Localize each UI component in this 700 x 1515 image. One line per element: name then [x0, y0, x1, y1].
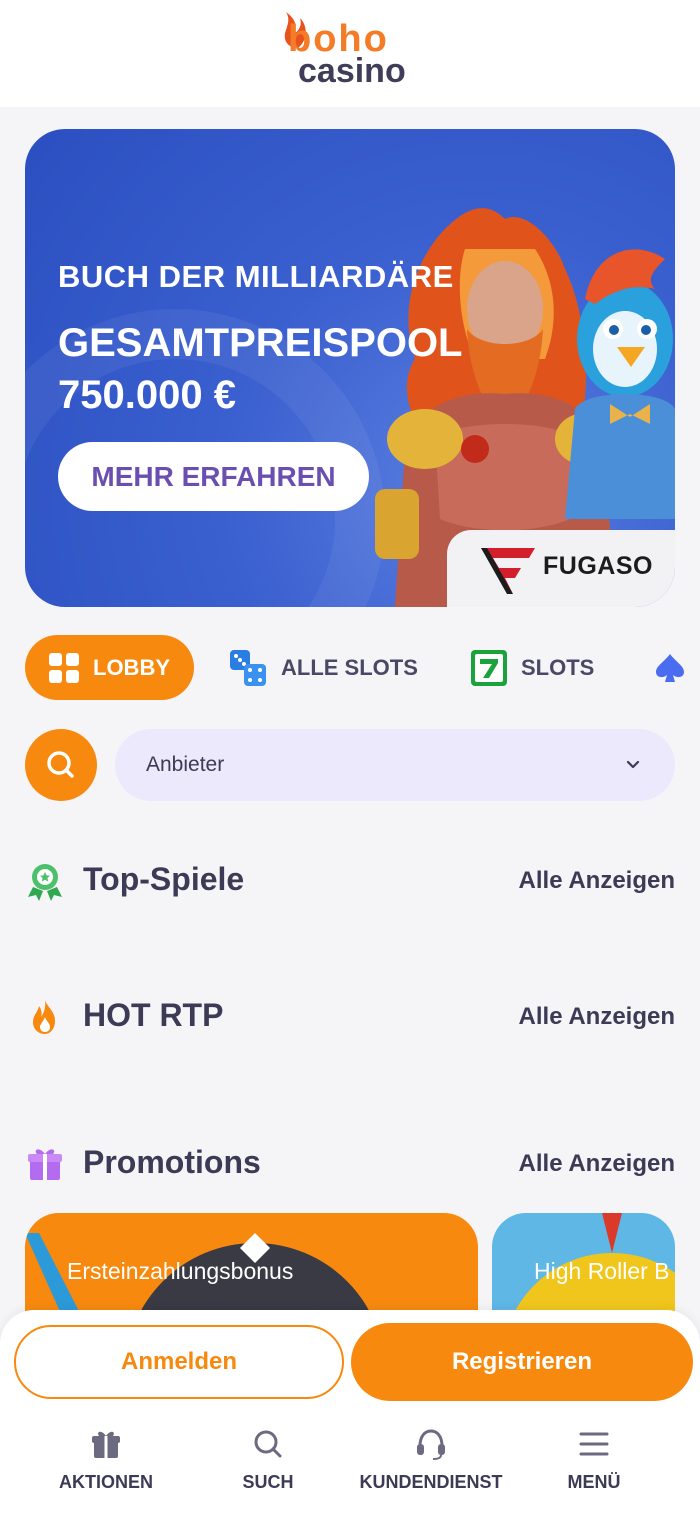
section-promotions: Promotions Alle Anzeigen	[25, 1138, 675, 1188]
flame-icon	[33, 1000, 55, 1034]
promo-label: Ersteinzahlungsbonus	[67, 1258, 294, 1284]
section-top-games: Top-Spiele Alle Anzeigen	[25, 855, 675, 905]
gift-icon	[28, 1149, 62, 1180]
category-tabs: LOBBY ALLE SLOTS SLOTS	[0, 635, 700, 700]
chevron-down-icon	[626, 760, 640, 769]
nav-label: AKTIONEN	[59, 1472, 153, 1492]
see-all-link[interactable]: Alle Anzeigen	[519, 1003, 675, 1031]
tab-label: LOBBY	[93, 654, 170, 680]
tab-label: ALLE SLOTS	[281, 654, 418, 680]
search-icon	[254, 1430, 282, 1458]
provider-name: FUGASO	[543, 552, 653, 580]
login-button[interactable]: Anmelden	[14, 1325, 344, 1399]
section-title: Promotions	[83, 1144, 261, 1180]
promo-card-high-roller[interactable]: High Roller B	[492, 1213, 675, 1323]
grid-icon	[49, 652, 79, 683]
headset-icon	[417, 1429, 445, 1460]
nav-support[interactable]: KUNDENDIENST	[351, 1428, 511, 1498]
banner-subtitle: BUCH DER MILLIARDÄRE	[58, 259, 454, 294]
nav-promotions[interactable]: AKTIONEN	[26, 1428, 186, 1498]
nav-menu[interactable]: MENÜ	[514, 1428, 674, 1498]
section-title: HOT RTP	[83, 997, 224, 1033]
promo-banner[interactable]: BUCH DER MILLIARDÄRE GESAMTPREISPOOL 750…	[25, 129, 675, 607]
gift-icon	[92, 1431, 120, 1458]
register-button[interactable]: Registrieren	[351, 1323, 693, 1401]
dice-icon	[230, 649, 266, 686]
more-info-button[interactable]: MEHR ERFAHREN	[58, 442, 369, 511]
provider-select[interactable]: Anbieter	[115, 729, 675, 801]
banner-title: GESAMTPREISPOOL 750.000 €	[58, 321, 462, 417]
section-hot-rtp: HOT RTP Alle Anzeigen	[25, 991, 675, 1041]
tab-slots[interactable]: SLOTS	[471, 635, 594, 700]
spade-icon	[656, 653, 684, 682]
promo-card-first-deposit[interactable]: Ersteinzahlungsbonus	[25, 1213, 478, 1323]
promo-label: High Roller B	[534, 1258, 670, 1284]
nav-label: KUNDENDIENST	[359, 1472, 503, 1492]
tab-all-slots[interactable]: ALLE SLOTS	[229, 635, 418, 700]
search-icon	[47, 751, 74, 778]
menu-icon	[579, 1432, 609, 1456]
nav-label: MENÜ	[567, 1472, 621, 1492]
game-search-button[interactable]	[25, 729, 97, 801]
provider-select-value: Anbieter	[146, 753, 225, 776]
seven-icon	[471, 649, 507, 686]
award-icon	[28, 864, 62, 901]
section-title: Top-Spiele	[83, 861, 245, 897]
nav-label: SUCH	[242, 1472, 294, 1492]
header: boho casino	[0, 0, 700, 107]
tab-table-games[interactable]	[654, 635, 700, 700]
boho-casino-logo[interactable]: boho casino	[250, 8, 450, 98]
fugaso-logo-icon	[481, 548, 535, 594]
logo-wordmark-bottom: casino	[298, 52, 406, 90]
tab-lobby[interactable]: LOBBY	[25, 635, 194, 700]
provider-badge: FUGASO	[447, 530, 675, 607]
tab-label: SLOTS	[521, 654, 595, 680]
see-all-link[interactable]: Alle Anzeigen	[519, 867, 675, 895]
nav-search[interactable]: SUCH	[188, 1428, 348, 1498]
bottom-bar: Anmelden Registrieren AKTIONEN SUCH KUND…	[0, 1310, 700, 1515]
see-all-link[interactable]: Alle Anzeigen	[519, 1150, 675, 1178]
